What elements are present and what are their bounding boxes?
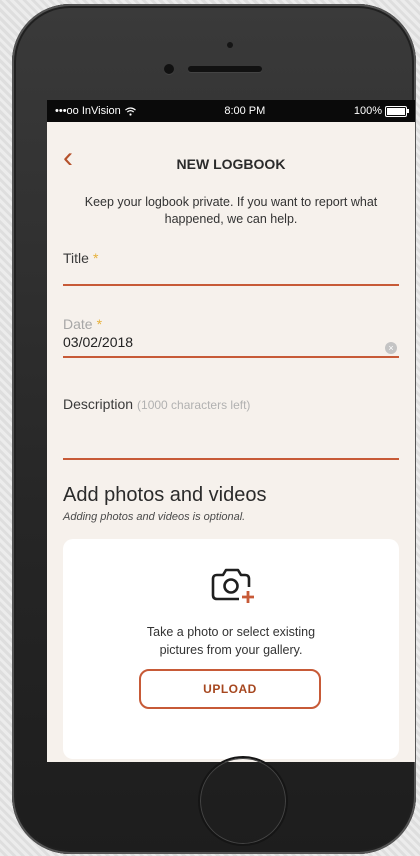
proximity-sensor [227, 42, 233, 48]
clear-icon: × [388, 343, 394, 353]
media-subheading: Adding photos and videos is optional. [63, 511, 246, 523]
intro-text: Keep your logbook private. If you want t… [84, 195, 378, 226]
title-label: Title * [63, 250, 99, 266]
front-camera [164, 64, 174, 74]
required-mark: * [96, 316, 103, 332]
page-title: NEW LOGBOOK [176, 156, 286, 172]
date-label: Date * [63, 316, 103, 332]
description-label: Description [63, 396, 134, 412]
carrier-info: •••oo InVision [55, 105, 136, 117]
nav-bar: ‹ NEW LOGBOOK [47, 122, 415, 186]
phone-frame: •••oo InVision 8:00 PM 100% ‹ NEW LOGBOO… [12, 4, 416, 854]
title-field[interactable]: Title * [63, 250, 399, 286]
wifi-icon [124, 106, 136, 116]
title-underline [63, 284, 399, 286]
required-mark: * [92, 250, 99, 266]
carrier-label: •••oo InVision [55, 105, 121, 117]
battery-icon [384, 105, 409, 117]
date-field[interactable]: Date * 03/02/2018 × [63, 316, 399, 358]
description-field[interactable]: Description (1000 characters left) [63, 396, 399, 460]
media-heading: Add photos and videos [63, 484, 267, 506]
upload-instructions: Take a photo or select existing pictures… [146, 625, 316, 657]
date-value[interactable]: 03/02/2018 [63, 334, 399, 356]
clear-date-button[interactable]: × [385, 342, 397, 354]
battery-indicator: 100% [353, 105, 409, 117]
earpiece-speaker [188, 66, 262, 72]
upload-card: Take a photo or select existing pictures… [63, 539, 399, 759]
home-button[interactable] [198, 756, 288, 846]
upload-button[interactable]: UPLOAD [139, 669, 321, 709]
battery-percent: 100% [353, 105, 382, 117]
description-underline [63, 458, 399, 460]
date-underline [63, 356, 399, 358]
character-counter: (1000 characters left) [137, 398, 251, 412]
camera-plus-icon[interactable] [211, 565, 255, 603]
app-screen: •••oo InVision 8:00 PM 100% ‹ NEW LOGBOO… [47, 100, 415, 762]
status-bar: •••oo InVision 8:00 PM 100% [47, 100, 415, 122]
status-time: 8:00 PM [224, 105, 266, 117]
